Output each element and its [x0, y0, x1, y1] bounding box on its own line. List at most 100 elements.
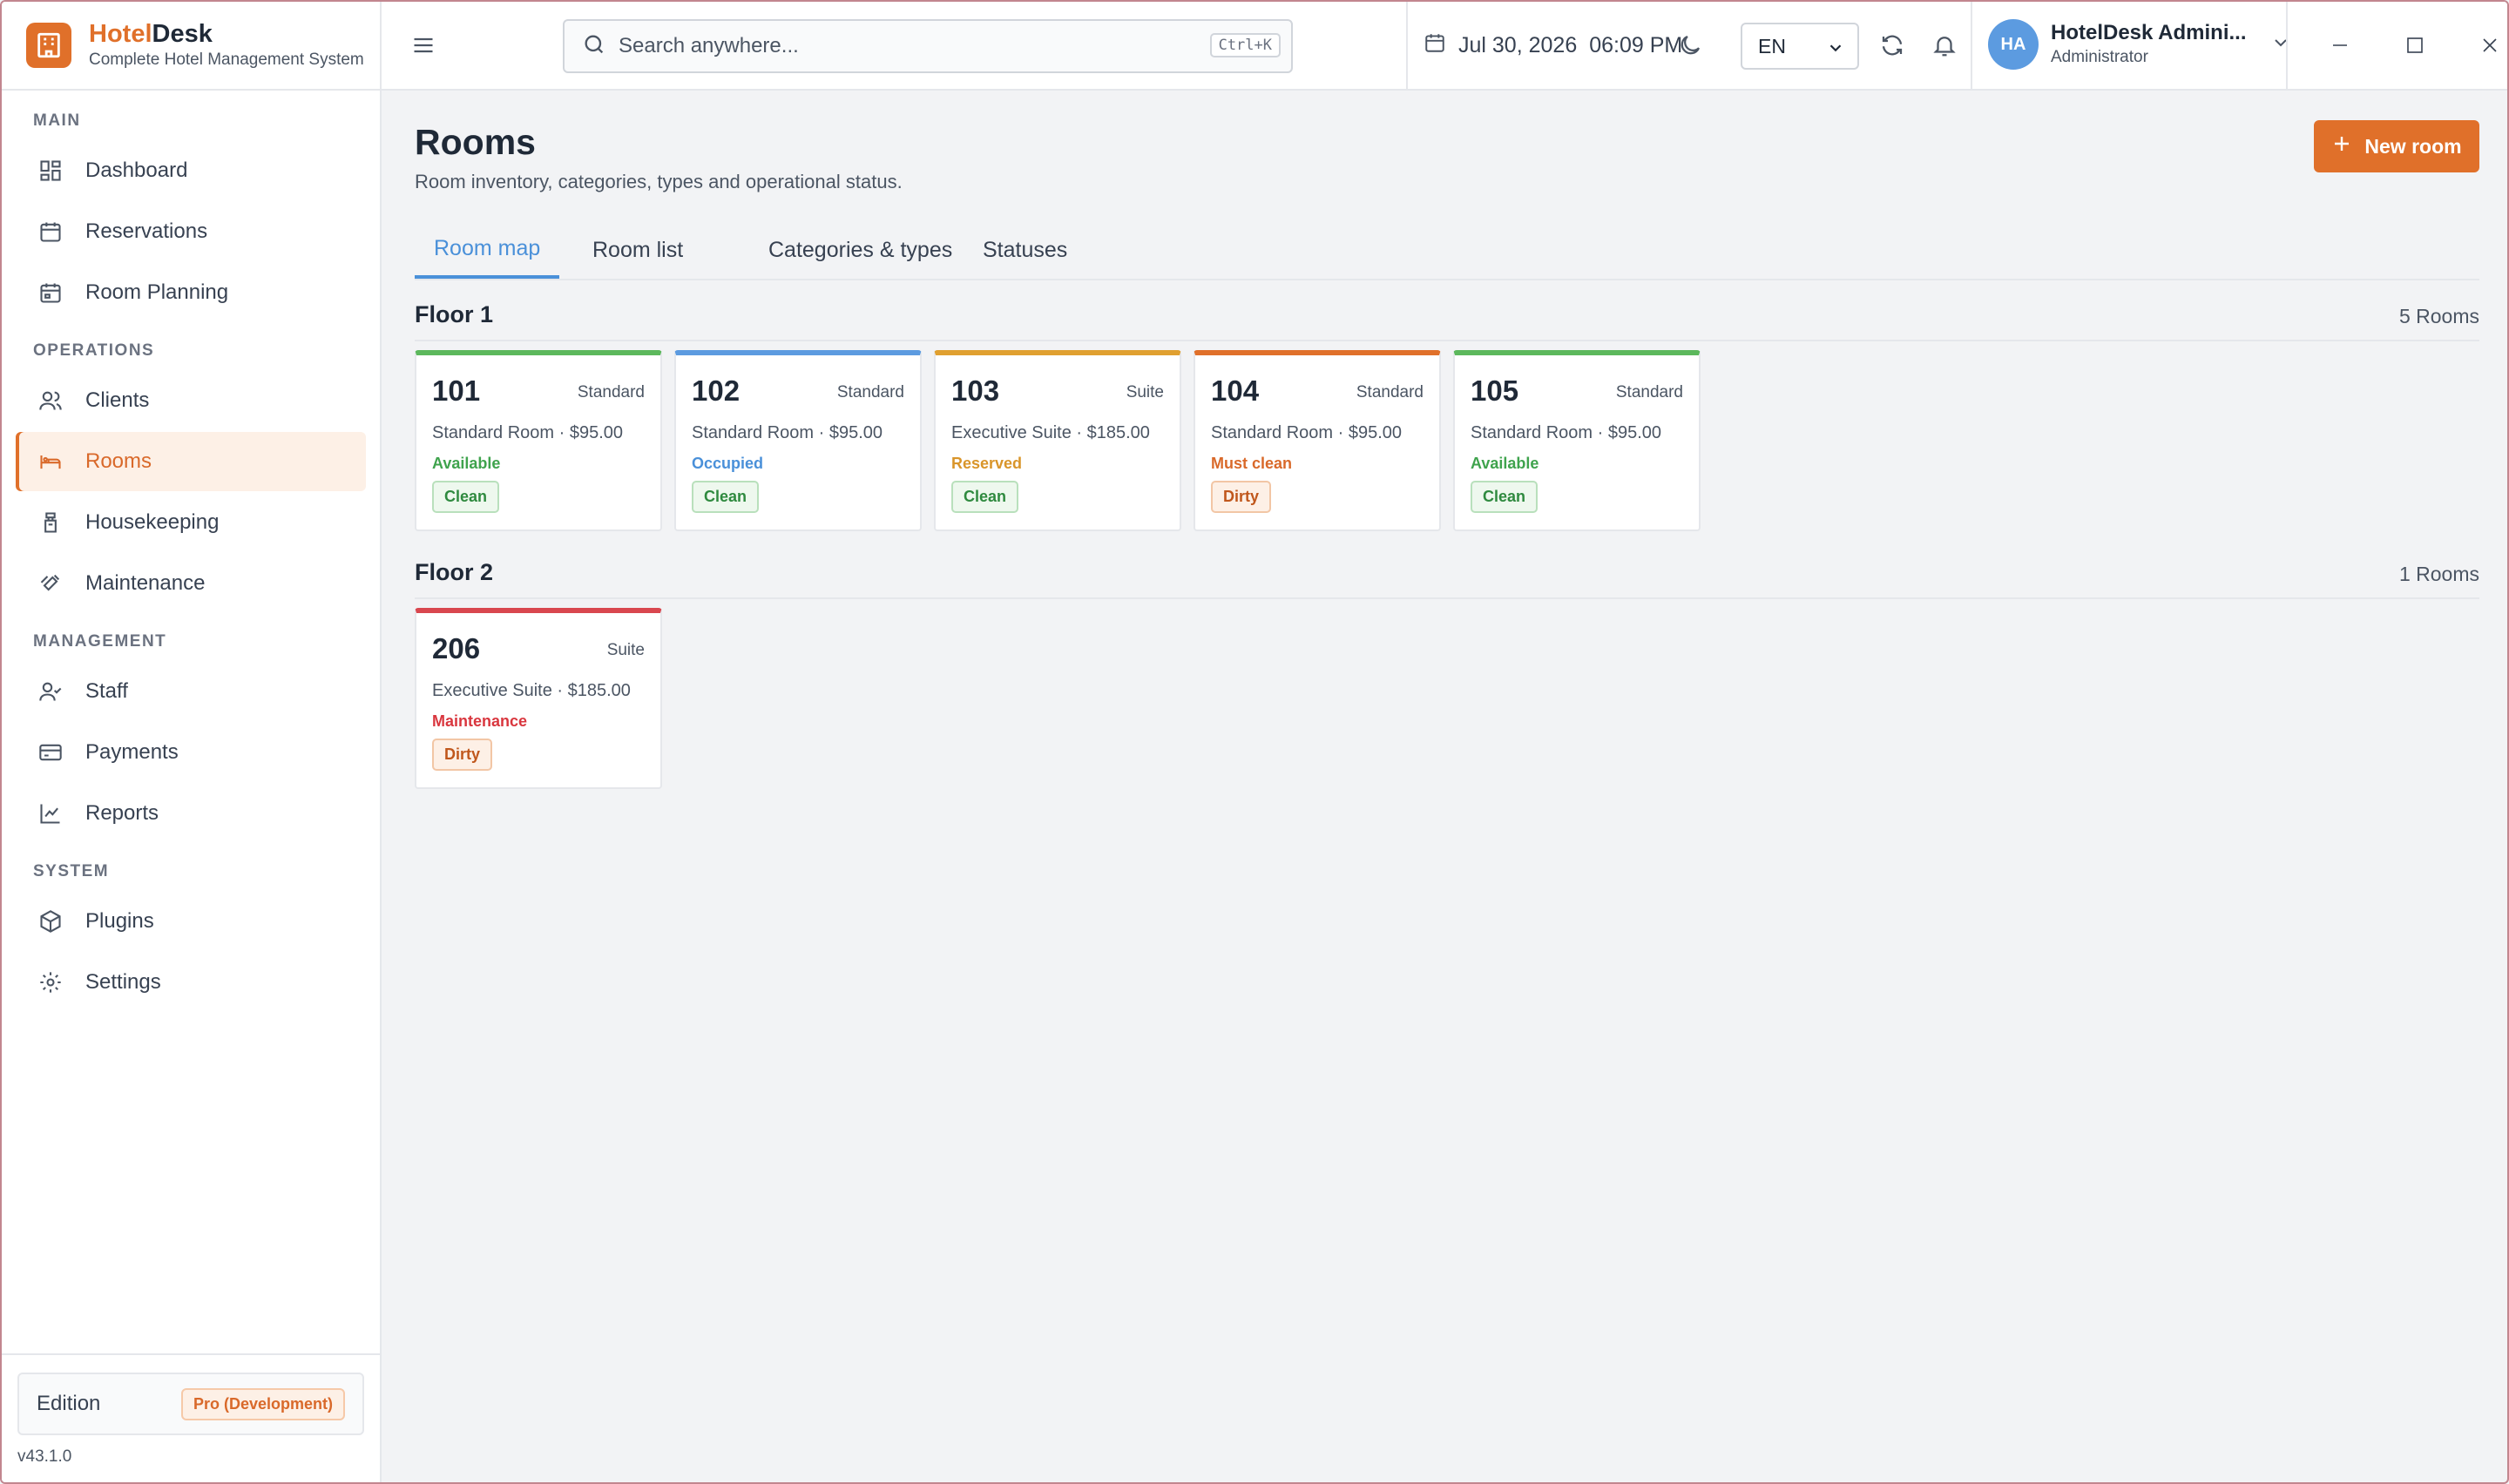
room-number: 105	[1471, 374, 1519, 407]
sidebar-item-rooms[interactable]: Rooms	[16, 432, 366, 491]
user-menu[interactable]: HA HotelDesk Admini... Administrator	[1988, 19, 2291, 70]
calendar-icon	[37, 218, 64, 246]
brand: HotelDesk Complete Hotel Management Syst…	[2, 2, 380, 91]
app-name: HotelDesk	[89, 20, 213, 48]
room-card[interactable]: 103 Suite Executive Suite · $185.00 Rese…	[934, 350, 1181, 531]
sidebar-item-label: Maintenance	[85, 571, 206, 595]
room-status: Occupied	[692, 455, 764, 472]
sidebar-item-label: Payments	[85, 740, 179, 764]
sidebar-item-clients[interactable]: Clients	[16, 371, 366, 430]
sidebar-item-label: Housekeeping	[85, 510, 220, 534]
room-status: Available	[1471, 455, 1539, 472]
tab-categories-types[interactable]: Categories & types	[749, 221, 971, 279]
sidebar-item-payments[interactable]: Payments	[16, 723, 366, 782]
search-shortcut: Ctrl+K	[1209, 33, 1281, 57]
current-date: Jul 30, 2026	[1458, 33, 1578, 57]
room-card[interactable]: 101 Standard Standard Room · $95.00 Avai…	[415, 350, 662, 531]
room-card[interactable]: 102 Standard Standard Room · $95.00 Occu…	[674, 350, 922, 531]
new-room-label: New room	[2364, 134, 2462, 158]
room-status: Reserved	[951, 455, 1023, 472]
floor-room-count: 5 Rooms	[2398, 305, 2479, 327]
room-category: Standard	[1356, 383, 1424, 401]
sidebar-item-plugins[interactable]: Plugins	[16, 892, 366, 951]
minimize-icon[interactable]	[2323, 28, 2357, 63]
user-check-icon	[37, 678, 64, 705]
calendar-icon	[1424, 31, 1446, 60]
page-subtitle: Room inventory, categories, types and op…	[415, 171, 903, 192]
sidebar-item-label: Plugins	[85, 909, 154, 933]
nav-section-management: MANAGEMENT	[33, 632, 167, 651]
user-role: Administrator	[2051, 48, 2148, 66]
menu-toggle-icon[interactable]	[411, 33, 436, 57]
room-category: Suite	[606, 641, 645, 659]
room-number: 103	[951, 374, 1000, 407]
calendar-grid-icon	[37, 279, 64, 307]
language-select[interactable]: EN	[1741, 23, 1859, 70]
floor-title: Floor 1	[415, 301, 494, 327]
room-card[interactable]: 104 Standard Standard Room · $95.00 Must…	[1194, 350, 1441, 531]
sidebar-item-reports[interactable]: Reports	[16, 784, 366, 843]
room-number: 102	[692, 374, 741, 407]
main-content: Rooms Room inventory, categories, types …	[382, 91, 2507, 1482]
sidebar-item-staff[interactable]: Staff	[16, 662, 366, 721]
nav-section-operations: OPERATIONS	[33, 341, 155, 360]
room-category: Standard	[1615, 383, 1683, 401]
sidebar-item-reservations[interactable]: Reservations	[16, 202, 366, 261]
hotel-logo-icon	[26, 23, 71, 68]
sidebar: HotelDesk Complete Hotel Management Syst…	[2, 2, 382, 1482]
dashboard-icon	[37, 157, 64, 185]
edition-box: Edition Pro (Development)	[17, 1373, 364, 1435]
housekeeping-badge: Clean	[1471, 481, 1539, 513]
housekeeping-badge: Clean	[692, 481, 760, 513]
room-description: Standard Room · $95.00	[692, 423, 883, 442]
current-time: 06:09 PM	[1589, 33, 1683, 57]
sidebar-item-label: Reports	[85, 801, 159, 825]
edition-badge: Pro (Development)	[180, 1387, 345, 1420]
housekeeping-badge: Dirty	[432, 739, 493, 771]
sidebar-item-maintenance[interactable]: Maintenance	[16, 554, 366, 613]
bed-icon	[37, 448, 64, 476]
page-title: Rooms	[415, 122, 536, 162]
room-number: 206	[432, 632, 481, 664]
room-description: Standard Room · $95.00	[432, 423, 624, 442]
sidebar-item-label: Dashboard	[85, 159, 188, 182]
dark-mode-icon[interactable]	[1674, 30, 1706, 61]
room-description: Executive Suite · $185.00	[432, 681, 631, 700]
sidebar-item-label: Settings	[85, 970, 161, 994]
sidebar-item-label: Reservations	[85, 219, 208, 243]
sidebar-item-room-planning[interactable]: Room Planning	[16, 263, 366, 322]
topbar: Search anywhere... Ctrl+K Jul 30, 2026 0…	[382, 2, 2507, 91]
chevron-down-icon	[2270, 32, 2291, 57]
app-version: v43.1.0	[17, 1447, 72, 1466]
search-input[interactable]: Search anywhere... Ctrl+K	[563, 19, 1293, 73]
chart-line-icon	[37, 799, 64, 827]
sidebar-item-label: Clients	[85, 388, 150, 412]
tab-statuses[interactable]: Statuses	[964, 221, 1086, 279]
sidebar-item-dashboard[interactable]: Dashboard	[16, 141, 366, 200]
avatar: HA	[1988, 19, 2039, 70]
room-number: 101	[432, 374, 481, 407]
room-card[interactable]: 105 Standard Standard Room · $95.00 Avai…	[1453, 350, 1701, 531]
room-status: Available	[432, 455, 501, 472]
room-category: Standard	[836, 383, 904, 401]
sidebar-item-settings[interactable]: Settings	[16, 953, 366, 1012]
tab-room-list[interactable]: Room list	[573, 221, 702, 279]
new-room-button[interactable]: New room	[2314, 120, 2479, 172]
sidebar-item-housekeeping[interactable]: Housekeeping	[16, 493, 366, 552]
floor-header: Floor 2 1 Rooms	[415, 556, 2479, 599]
user-name: HotelDesk Admini...	[2051, 21, 2247, 44]
bell-icon[interactable]	[1929, 30, 1960, 61]
room-card[interactable]: 206 Suite Executive Suite · $185.00 Main…	[415, 608, 662, 789]
room-description: Standard Room · $95.00	[1471, 423, 1662, 442]
tab-room-map[interactable]: Room map	[415, 221, 560, 279]
room-status: Must clean	[1211, 455, 1293, 472]
divider	[1406, 2, 1408, 89]
sidebar-item-label: Room Planning	[85, 280, 229, 304]
refresh-icon[interactable]	[1877, 30, 1908, 61]
language-value: EN	[1758, 34, 1786, 57]
credit-card-icon	[37, 739, 64, 766]
close-icon[interactable]	[2472, 28, 2507, 63]
maximize-icon[interactable]	[2397, 28, 2432, 63]
floor-header: Floor 1 5 Rooms	[415, 298, 2479, 341]
housekeeping-badge: Clean	[951, 481, 1019, 513]
